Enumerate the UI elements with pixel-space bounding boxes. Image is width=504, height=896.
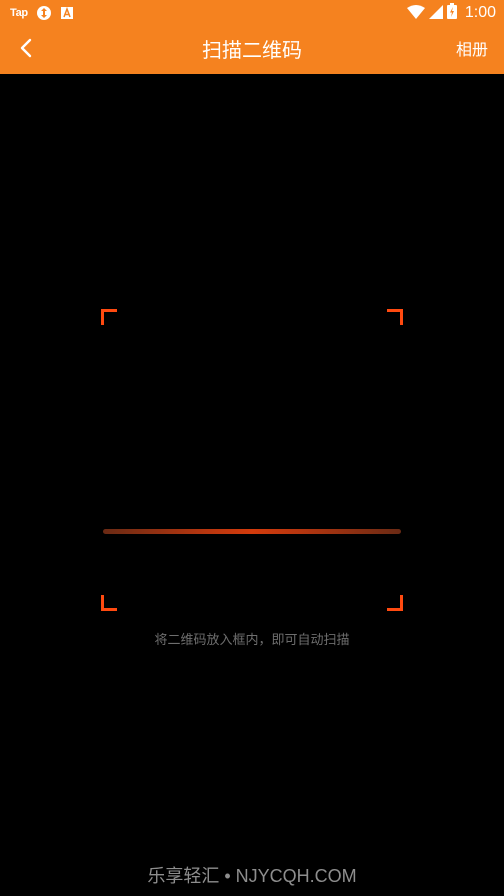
toolbar: 扫描二维码 相册 [0, 26, 504, 74]
scan-frame-corner-top-right [387, 309, 403, 325]
scan-frame-corner-top-left [101, 309, 117, 325]
battery-charging-icon [446, 3, 457, 23]
status-bar: Tap 1:00 [0, 0, 504, 26]
tap-app-icon: Tap [10, 7, 28, 19]
cell-signal-icon [428, 4, 443, 23]
status-bar-notifications: Tap [10, 4, 76, 22]
scan-frame-corner-bottom-left [101, 595, 117, 611]
album-button[interactable]: 相册 [456, 26, 488, 74]
page-title: 扫描二维码 [202, 38, 302, 62]
wifi-icon [406, 4, 425, 23]
scan-frame [101, 309, 403, 611]
status-bar-system: 1:00 [406, 3, 496, 23]
watermark: 乐享轻汇 • NJYCQH.COM [147, 866, 357, 886]
scan-frame-corner-bottom-right [387, 595, 403, 611]
font-app-icon [60, 5, 76, 21]
scan-line [103, 529, 401, 534]
scan-hint: 将二维码放入框内，即可自动扫描 [154, 633, 350, 648]
chevron-left-icon [19, 38, 33, 62]
back-button[interactable] [8, 32, 44, 68]
status-time: 1:00 [464, 4, 496, 21]
sync-icon [36, 5, 52, 21]
